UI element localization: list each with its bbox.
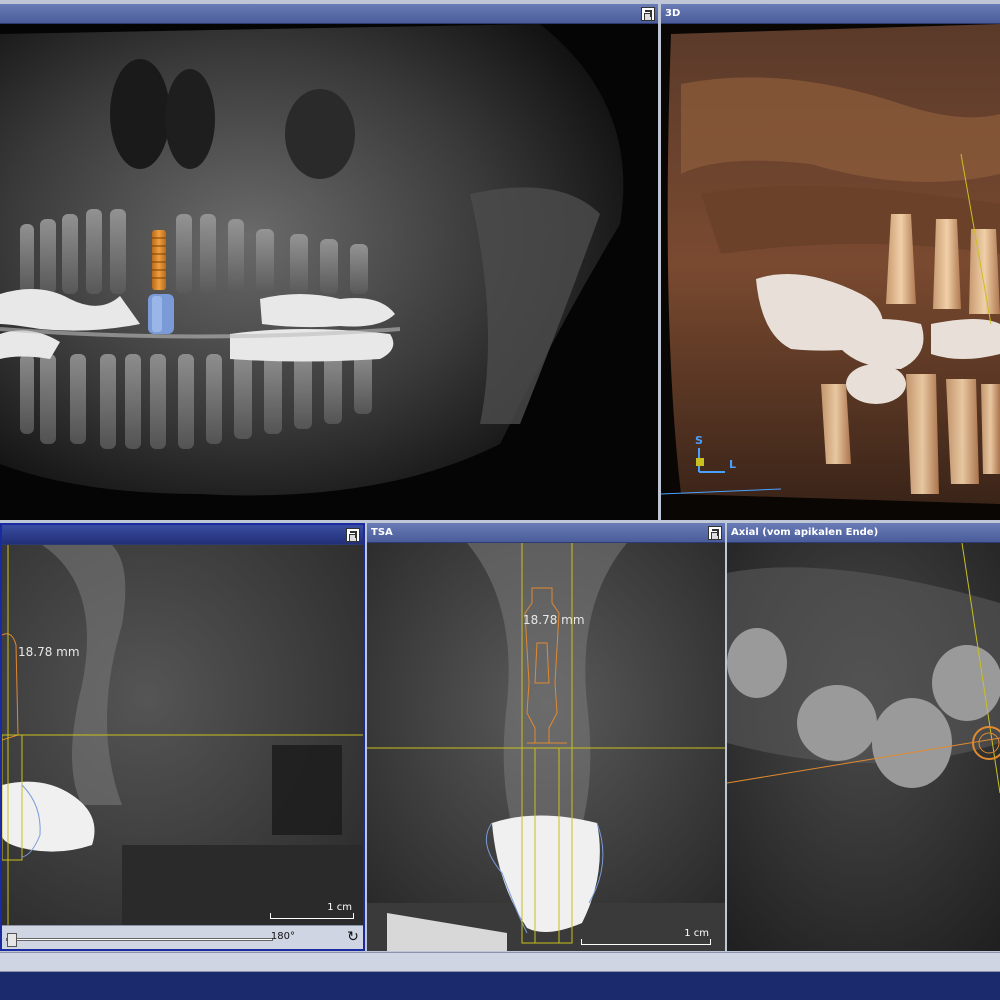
footer-bar: [0, 972, 1000, 1000]
sagittal-titlebar: [2, 525, 363, 545]
three-d-view[interactable]: S L: [661, 24, 1000, 520]
axial-view[interactable]: [727, 543, 1000, 951]
axial-title: Axial (vom apikalen Ende): [731, 527, 879, 538]
panoramic-pane[interactable]: [0, 4, 658, 520]
orientation-widget: S L: [691, 434, 751, 484]
tsa-measurement: 18.78 mm: [523, 613, 585, 627]
maximize-icon[interactable]: [641, 7, 655, 21]
three-d-title: 3D: [665, 8, 681, 19]
maximize-icon[interactable]: [346, 528, 360, 542]
rotate-icon[interactable]: ↻: [345, 929, 361, 945]
sagittal-measurement: 18.78 mm: [18, 645, 80, 659]
rotation-slider-label: 180°: [270, 931, 295, 942]
three-d-titlebar: 3D: [661, 4, 1000, 24]
rotation-slider-strip: 180° ↻: [2, 925, 363, 949]
status-bar: [0, 952, 1000, 972]
sagittal-pane[interactable]: 18.78 mm 1 cm 180° ↻: [0, 523, 365, 951]
tsa-scale-bar: 1 cm: [581, 927, 711, 945]
tsa-titlebar: TSA: [367, 523, 725, 543]
rotation-slider-thumb[interactable]: [7, 933, 17, 947]
panoramic-titlebar: [0, 4, 658, 24]
sagittal-scale-bar: 1 cm: [270, 901, 354, 919]
tsa-title: TSA: [371, 527, 393, 538]
app-window: 3D S L 18.78 mm 1 cm 180° ↻ TSA 18.78 mm…: [0, 0, 1000, 1000]
tsa-view[interactable]: 18.78 mm 1 cm: [367, 543, 725, 951]
tsa-scale-label: 1 cm: [684, 928, 709, 939]
axial-titlebar: Axial (vom apikalen Ende): [727, 523, 1000, 543]
sagittal-view[interactable]: 18.78 mm 1 cm: [2, 545, 363, 925]
panoramic-view[interactable]: [0, 24, 658, 520]
sagittal-scale-label: 1 cm: [327, 902, 352, 913]
axial-pane[interactable]: Axial (vom apikalen Ende): [727, 523, 1000, 951]
rotation-slider-track[interactable]: [6, 933, 273, 947]
three-d-pane[interactable]: 3D S L: [661, 4, 1000, 520]
maximize-icon[interactable]: [708, 526, 722, 540]
tsa-pane[interactable]: TSA 18.78 mm 1 cm: [367, 523, 725, 951]
